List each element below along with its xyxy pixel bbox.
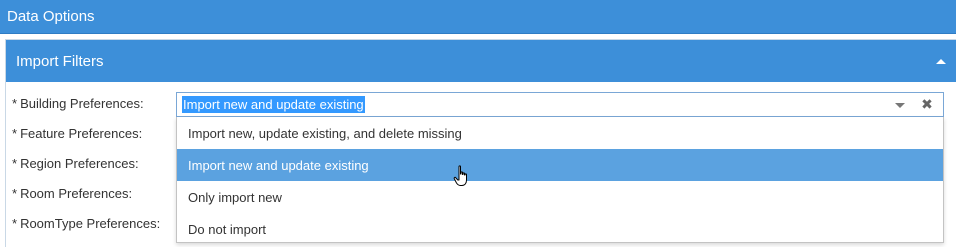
panel-title: Import Filters	[16, 52, 104, 70]
field-label: Region Preferences:	[20, 156, 139, 171]
feature-preferences-label: * Feature Preferences:	[12, 126, 142, 141]
chevron-up-icon[interactable]	[936, 59, 946, 64]
dropdown-option[interactable]: Import new, update existing, and delete …	[177, 117, 943, 149]
dropdown-option[interactable]: Only import new	[177, 181, 943, 213]
required-marker: *	[12, 156, 18, 171]
field-label: RoomType Preferences:	[20, 216, 161, 231]
building-preferences-dropdown: Import new, update existing, and delete …	[176, 117, 944, 243]
field-label: Building Preferences:	[20, 96, 144, 111]
close-icon[interactable]: ✖	[919, 96, 935, 112]
required-marker: *	[12, 96, 18, 111]
dropdown-option[interactable]: Do not import	[177, 213, 943, 245]
building-preferences-select[interactable]: Import new and update existing ✖	[176, 92, 944, 117]
section-title-bar: Data Options	[0, 0, 956, 34]
required-marker: *	[12, 216, 18, 231]
room-preferences-label: * Room Preferences:	[12, 186, 132, 201]
panel-header[interactable]: Import Filters	[6, 40, 956, 82]
roomtype-preferences-label: * RoomType Preferences:	[12, 216, 160, 231]
dropdown-option-selected[interactable]: Import new and update existing	[177, 149, 943, 181]
required-marker: *	[12, 186, 18, 201]
field-label: Feature Preferences:	[20, 126, 143, 141]
chevron-down-icon[interactable]	[895, 103, 905, 108]
building-preferences-label: * Building Preferences:	[12, 96, 144, 111]
hand-pointer-icon	[453, 165, 467, 186]
region-preferences-label: * Region Preferences:	[12, 156, 139, 171]
required-marker: *	[12, 126, 18, 141]
field-label: Room Preferences:	[20, 186, 133, 201]
selected-value: Import new and update existing	[182, 96, 365, 113]
section-title: Data Options	[7, 8, 95, 25]
